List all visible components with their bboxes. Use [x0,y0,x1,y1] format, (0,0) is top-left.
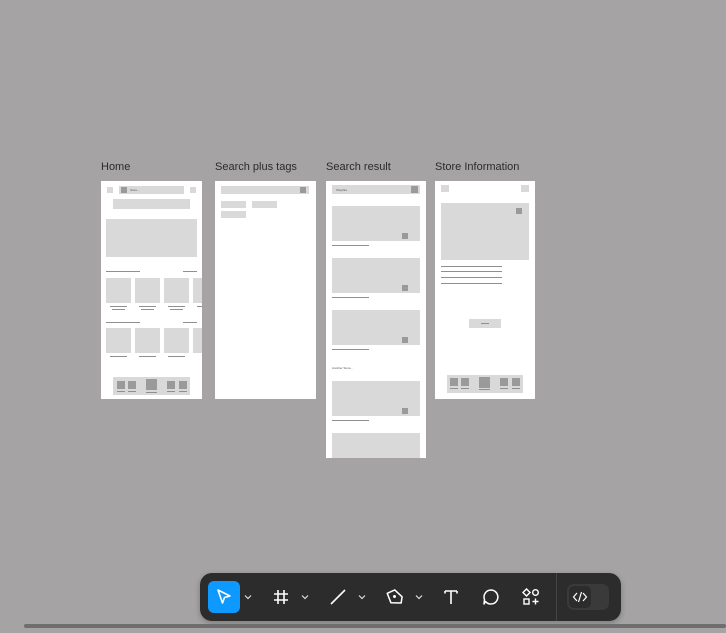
comment-tool-button[interactable] [475,581,507,613]
tag-chip [221,211,246,218]
tag-chip [221,201,246,208]
move-tool-button[interactable] [208,581,240,613]
chevron-down-icon [358,595,366,600]
pen-tool-menu-button[interactable] [414,592,424,602]
frame-search-result[interactable]: Shopfire Another Store... [326,181,426,458]
actions-tool-button[interactable] [515,581,547,613]
pen-icon [386,589,403,604]
section-title-line [106,271,140,272]
frame-tool-button[interactable] [265,581,297,613]
search-bar [221,186,309,194]
pen-tool-button[interactable] [379,581,411,613]
banner-strip [113,199,190,209]
comment-icon [483,589,499,605]
section-text: Another Store... [332,366,354,370]
move-cursor-icon [217,589,231,604]
bottom-toolbar [200,573,621,621]
horizontal-scrollbar[interactable] [24,624,726,628]
search-text: Shopfire [336,188,348,192]
line-icon [330,589,346,605]
line-tool-button[interactable] [322,581,354,613]
frame-store-information[interactable] [435,181,535,399]
dev-mode-toggle[interactable] [567,584,609,610]
menu-icon-placeholder [107,187,113,193]
chevron-down-icon [415,595,423,600]
back-icon-placeholder [441,185,449,192]
code-icon [572,591,588,603]
frame-icon [274,590,288,604]
result-card [332,310,420,345]
result-card [332,381,420,416]
search-bar: Store... [119,186,184,194]
search-bar: Shopfire [332,185,420,194]
frame-label-home[interactable]: Home [101,161,130,173]
frame-search-plus-tags[interactable] [215,181,316,399]
move-tool-menu-button[interactable] [243,592,253,602]
frame-home[interactable]: Store... [101,181,202,399]
chevron-down-icon [301,595,309,600]
line-tool-menu-button[interactable] [357,592,367,602]
hero-image [106,219,197,257]
frame-tool-menu-button[interactable] [300,592,310,602]
action-button [469,319,501,328]
frame-label-store-information[interactable]: Store Information [435,161,519,173]
actions-icon [522,588,539,605]
result-card [332,433,420,458]
tag-chip [252,201,277,208]
result-card [332,258,420,293]
bottom-nav [113,377,190,395]
toolbar-divider [556,573,557,621]
store-image [441,203,529,260]
result-card [332,206,420,241]
bottom-nav [447,375,523,393]
frame-label-search-plus-tags[interactable]: Search plus tags [215,161,297,173]
share-icon-placeholder [521,185,529,192]
search-text: Store... [130,188,140,192]
cart-icon-placeholder [190,187,196,193]
chevron-down-icon [244,595,252,600]
text-tool-button[interactable] [435,581,467,613]
frame-label-search-result[interactable]: Search result [326,161,391,173]
text-icon [444,590,458,604]
see-all-line [183,271,197,272]
